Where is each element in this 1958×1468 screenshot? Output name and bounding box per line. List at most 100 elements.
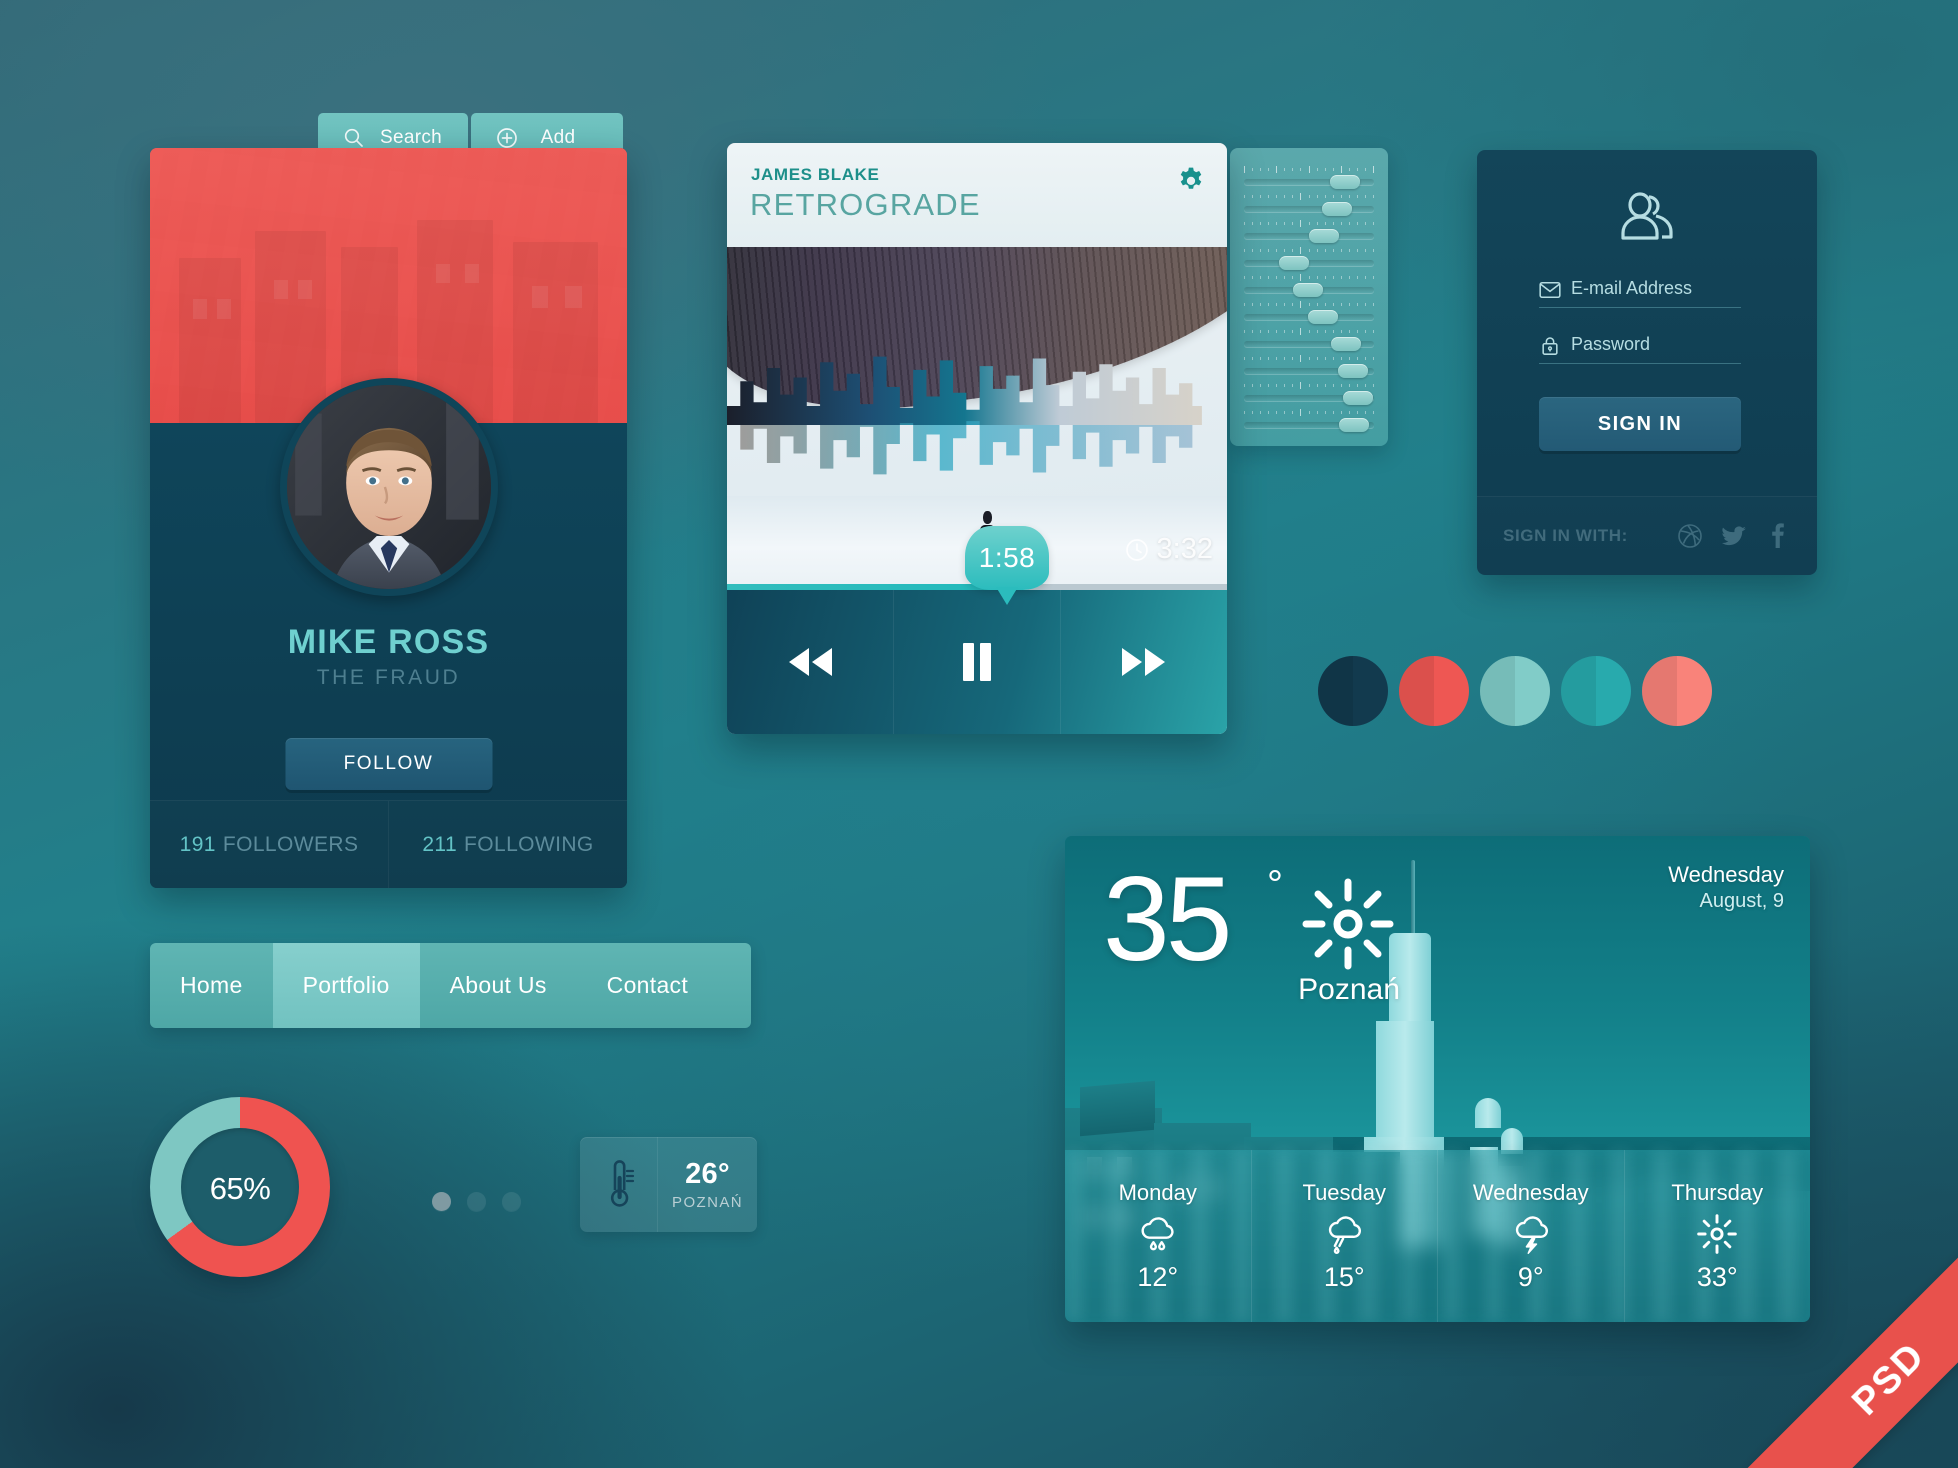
forecast-day-tuesday[interactable]: Tuesday 15° [1250,1150,1438,1322]
avatar-photo [286,385,491,589]
weather-temperature: 35 [1103,852,1232,986]
swatch-light-teal[interactable] [1480,656,1550,726]
equalizer-tick-marks [1244,382,1374,389]
pagination-dot-2[interactable] [467,1192,486,1211]
weather-city: Poznań [1298,973,1400,1006]
search-icon [344,128,363,147]
rewind-button[interactable] [727,590,893,734]
equalizer-knob[interactable] [1342,391,1373,405]
forecast-day-label: Wednesday [1472,1179,1589,1205]
equalizer-knob[interactable] [1293,283,1324,297]
equalizer-knob[interactable] [1331,337,1362,351]
signin-with-label: SIGN IN WITH: [1503,526,1628,545]
swatch-salmon[interactable] [1642,656,1712,726]
pagination-dot-1[interactable] [432,1192,451,1211]
clock-icon [1125,538,1148,561]
equalizer-knob[interactable] [1309,229,1339,243]
forecast-day-wednesday[interactable]: Wednesday 9° [1437,1150,1624,1322]
equalizer-knob[interactable] [1338,418,1369,432]
forward-button[interactable] [1060,590,1227,734]
music-player: JAMES BLAKE RETROGRADE 1:58 3:32 [727,143,1227,734]
signin-footer: SIGN IN WITH: [1477,496,1817,575]
pagination-dots [432,1192,521,1211]
donut-number: 65 [209,1170,244,1206]
sun-icon [1697,1213,1738,1254]
equalizer-knob[interactable] [1279,256,1310,270]
equalizer-knob[interactable] [1337,364,1368,378]
twitter-icon[interactable] [1721,523,1747,549]
equalizer-slider-row[interactable] [1244,245,1374,272]
navigation-bar: Home Portfolio About Us Contact [150,943,751,1028]
swatch-dark-navy[interactable] [1318,656,1388,726]
equalizer-slider-row[interactable] [1244,272,1374,299]
equalizer-panel [1230,148,1388,446]
profile-name: MIKE ROSS [287,623,490,661]
equalizer-slider-row[interactable] [1244,218,1374,245]
equalizer-slider-row[interactable] [1244,299,1374,326]
search-tab-label: Search [380,127,443,148]
thermometer-icon-cell [580,1137,658,1232]
pause-icon [963,643,991,681]
forecast-day-label: Monday [1118,1179,1197,1205]
profile-stats: 191 FOLLOWERS 211 FOLLOWING [150,800,627,888]
donut-value: 65% [210,1166,271,1209]
following-count: 211 [422,832,458,856]
nav-item-home[interactable]: Home [150,943,273,1028]
equalizer-slider-row[interactable] [1244,380,1374,407]
followers-label: FOLLOWERS [222,832,359,856]
equalizer-tick-marks [1244,220,1374,227]
swatch-red[interactable] [1399,656,1469,726]
password-input[interactable] [1539,334,1741,364]
email-field[interactable] [1539,278,1741,308]
swatch-teal[interactable] [1561,656,1631,726]
plus-circle-icon [497,128,517,148]
equalizer-tick-marks [1244,193,1374,200]
following-stat[interactable]: 211 FOLLOWING [388,801,627,888]
thermometer-widget: 26° POZNAŃ [580,1137,757,1232]
gear-icon[interactable] [1175,165,1207,197]
nav-item-portfolio[interactable]: Portfolio [272,943,420,1028]
player-current-time-bubble: 1:58 [965,526,1049,590]
forecast-day-monday[interactable]: Monday 12° [1065,1150,1251,1322]
forecast-temp: 15° [1323,1261,1365,1292]
nav-item-about-us[interactable]: About Us [420,943,577,1028]
equalizer-slider-row[interactable] [1244,353,1374,380]
forecast-temp: 33° [1696,1261,1738,1292]
equalizer-knob[interactable] [1329,175,1360,189]
weather-widget: 35 ° Poznań Wednesday August, 9 Monday 1… [1065,836,1810,1322]
player-total-time-label: 3:32 [1156,533,1213,565]
equalizer-track [1244,206,1374,212]
pause-button[interactable] [893,590,1060,734]
equalizer-slider-row[interactable] [1244,164,1374,191]
follow-button[interactable]: FOLLOW [285,738,492,790]
profile-role: THE FRAUD [316,666,461,689]
weather-date: August, 9 [1699,890,1784,912]
nav-item-contact[interactable]: Contact [577,943,718,1028]
avatar [279,378,498,596]
forecast-day-label: Thursday [1671,1179,1764,1205]
equalizer-slider-row[interactable] [1244,407,1374,434]
equalizer-slider-row[interactable] [1244,191,1374,218]
equalizer-slider-row[interactable] [1244,326,1374,353]
color-swatches [1318,656,1712,726]
password-field[interactable] [1539,334,1741,364]
envelope-icon [1539,281,1561,299]
facebook-icon[interactable] [1765,523,1791,549]
dribbble-icon[interactable] [1677,523,1703,549]
player-controls [727,590,1227,734]
donut-center: 65% [181,1128,299,1246]
equalizer-knob[interactable] [1307,310,1338,324]
pagination-dot-3[interactable] [502,1192,521,1211]
equalizer-tick-marks [1244,274,1374,281]
equalizer-tick-marks [1244,355,1374,362]
signin-button[interactable]: SIGN IN [1539,397,1741,451]
thermometer-icon [610,1159,634,1207]
player-track-title: RETROGRADE [750,187,981,222]
email-input[interactable] [1539,278,1741,308]
rewind-icon [789,648,832,676]
donut-unit: % [243,1170,271,1206]
sun-icon [1302,878,1394,970]
equalizer-knob[interactable] [1322,202,1352,216]
forecast-day-thursday[interactable]: Thursday 33° [1623,1150,1811,1322]
followers-stat[interactable]: 191 FOLLOWERS [150,801,388,888]
